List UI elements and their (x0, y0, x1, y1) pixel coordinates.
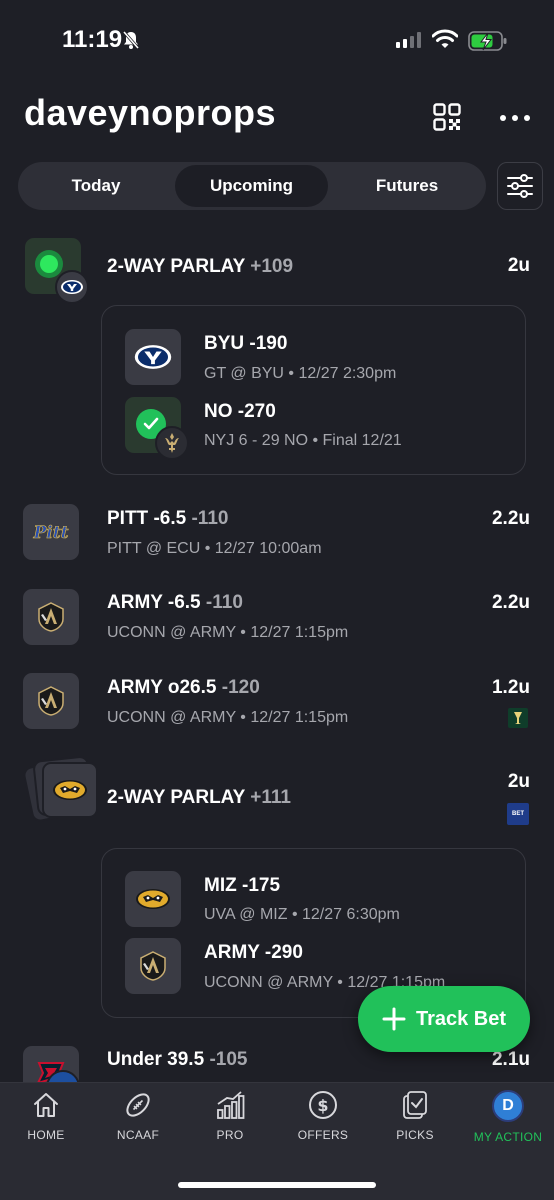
cellular-signal-icon (396, 32, 421, 48)
bell-muted-icon (122, 31, 140, 49)
saints-logo-badge (155, 426, 189, 460)
tab-futures[interactable]: Futures (331, 165, 483, 207)
bet-subtitle: UCONN @ ARMY • 12/27 1:15pm (107, 624, 349, 641)
chart-icon (217, 1091, 245, 1119)
tab-upcoming[interactable]: Upcoming (175, 165, 328, 207)
football-icon (126, 1093, 150, 1117)
leg-title: MIZ -175 (204, 875, 281, 896)
segmented-tabs: Today Upcoming Futures (18, 162, 486, 210)
mizzou-logo (125, 871, 181, 927)
sliders-icon (507, 174, 533, 198)
track-bet-button[interactable]: Track Bet (358, 986, 530, 1052)
track-bet-label: Track Bet (415, 1007, 507, 1030)
bet-title[interactable]: ARMY o26.5 -120 (107, 677, 260, 699)
nav-ncaaf[interactable]: NCAAF (92, 1090, 184, 1142)
wifi-icon (432, 29, 458, 48)
filter-button[interactable] (497, 162, 543, 210)
leg-subtitle: NYJ 6 - 29 NO • Final 12/21 (204, 432, 402, 449)
bet-units: 2.2u (491, 508, 530, 529)
svg-text:$: $ (317, 1096, 328, 1115)
mizzou-logo (42, 762, 98, 818)
bet-subtitle: UCONN @ ARMY • 12/27 1:15pm (107, 709, 349, 726)
nav-my-action[interactable]: D MY ACTION (462, 1090, 554, 1144)
home-icon (34, 1093, 58, 1117)
page-title: daveynoprops (24, 92, 277, 133)
nav-offers[interactable]: $ OFFERS (277, 1090, 369, 1142)
home-indicator (178, 1182, 376, 1188)
bet-units: 1.2u (491, 677, 530, 698)
nav-pro[interactable]: PRO (184, 1090, 276, 1142)
bet-title[interactable]: Under 39.5 -105 (107, 1049, 247, 1071)
nav-home[interactable]: HOME (0, 1090, 92, 1142)
bet-title[interactable]: 2-WAY PARLAY +111 (107, 787, 291, 809)
dollar-icon: $ (309, 1091, 337, 1119)
leg-subtitle: UVA @ MIZ • 12/27 6:30pm (204, 906, 400, 923)
battery-charging-icon (468, 31, 507, 51)
bet-units: 2u (507, 771, 530, 792)
bet-title[interactable]: PITT -6.5 -110 (107, 508, 228, 530)
army-logo (23, 589, 79, 645)
qr-code-icon[interactable] (433, 103, 461, 131)
leg-subtitle: GT @ BYU • 12/27 2:30pm (204, 365, 397, 382)
nav-picks[interactable]: PICKS (369, 1090, 461, 1142)
pitt-logo: Pitt (23, 504, 79, 560)
leg-title: ARMY -290 (204, 942, 303, 963)
tab-today[interactable]: Today (21, 165, 171, 207)
bet-title[interactable]: 2-WAY PARLAY +109 (107, 256, 293, 278)
army-logo (125, 938, 181, 994)
sportsbook-logo-icon: BET (507, 803, 529, 825)
avatar: D (492, 1090, 524, 1122)
leg-title: BYU -190 (204, 333, 288, 354)
svg-text:Pitt: Pitt (33, 523, 69, 543)
bet-units: 2.1u (491, 1049, 530, 1070)
byu-logo-badge (55, 270, 89, 304)
byu-logo (125, 329, 181, 385)
army-logo (23, 673, 79, 729)
bet-units: 2u (507, 255, 530, 276)
picks-icon (403, 1091, 427, 1119)
leg-title: NO -270 (204, 401, 276, 422)
bet-units: 2.2u (491, 592, 530, 613)
more-options-icon[interactable] (500, 104, 530, 132)
status-time: 11:19 (62, 26, 123, 53)
plus-icon (382, 1007, 406, 1031)
sportsbook-logo-icon (508, 708, 528, 728)
bet-subtitle: PITT @ ECU • 12/27 10:00am (107, 540, 322, 557)
bet-title[interactable]: ARMY -6.5 -110 (107, 592, 243, 614)
